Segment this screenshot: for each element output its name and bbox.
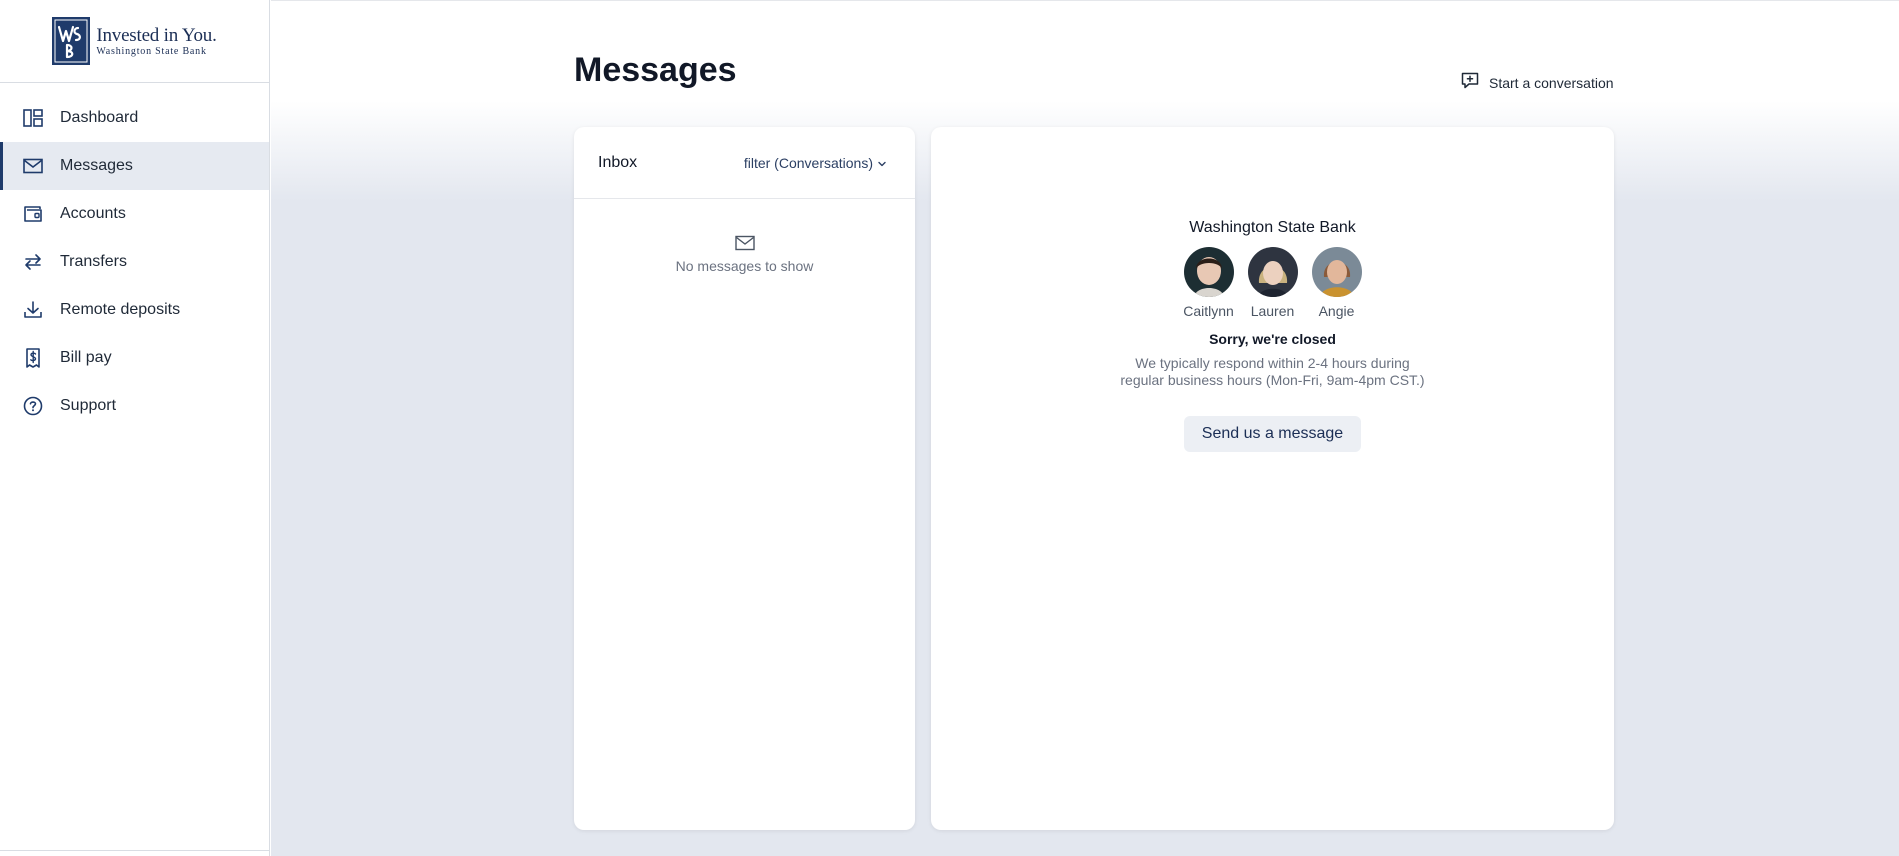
sidebar-item-label: Remote deposits <box>60 301 181 318</box>
bank-logo[interactable]: Invested in You. Washington State Bank <box>52 17 217 65</box>
sidebar-item-messages[interactable]: Messages <box>0 142 269 190</box>
sidebar-item-label: Accounts <box>60 205 126 222</box>
sidebar-item-support[interactable]: Support <box>0 382 269 430</box>
sidebar-item-label: Bill pay <box>60 349 112 366</box>
chat-plus-icon <box>1461 72 1479 93</box>
sidebar-item-transfers[interactable]: Transfers <box>0 238 269 286</box>
conversation-panel: Washington State Bank Caitlynn Lauren An… <box>931 127 1614 830</box>
receipt-dollar-icon <box>22 347 44 369</box>
sidebar-item-dashboard[interactable]: Dashboard <box>0 94 269 142</box>
closed-status-title: Sorry, we're closed <box>1209 331 1336 347</box>
inbox-header: Inbox filter (Conversations) <box>574 127 915 199</box>
sidebar-item-bill-pay[interactable]: Bill pay <box>0 334 269 382</box>
sidebar-item-label: Messages <box>60 157 133 174</box>
transfer-arrows-icon <box>22 251 44 273</box>
agent-name: Angie <box>1318 303 1355 319</box>
mail-icon <box>734 235 755 256</box>
logo-area: Invested in You. Washington State Bank <box>0 0 269 83</box>
avatar <box>1311 247 1362 297</box>
filter-dropdown[interactable]: filter (Conversations) <box>744 155 887 171</box>
inbox-title: Inbox <box>598 153 638 171</box>
mail-icon <box>22 155 44 177</box>
brand-bank-name: Washington State Bank <box>96 45 207 57</box>
sidebar-nav: Dashboard Messages Accounts Transfers Re… <box>0 94 269 430</box>
agent-list: Caitlynn Lauren Angie <box>1183 247 1362 319</box>
agent-item: Angie <box>1311 247 1362 319</box>
sidebar-divider <box>0 850 269 851</box>
empty-message-text: No messages to show <box>675 258 814 274</box>
wsb-logo-mark-icon <box>52 17 91 65</box>
agent-name: Caitlynn <box>1183 303 1234 319</box>
agent-name: Lauren <box>1250 303 1295 319</box>
agent-item: Caitlynn <box>1183 247 1234 319</box>
sidebar-item-label: Dashboard <box>60 109 139 126</box>
wallet-icon <box>22 203 44 225</box>
sidebar-item-remote-deposits[interactable]: Remote deposits <box>0 286 269 334</box>
sidebar: Invested in You. Washington State Bank D… <box>0 0 270 856</box>
sidebar-item-label: Support <box>60 397 117 414</box>
start-conversation-label: Start a conversation <box>1489 74 1614 91</box>
inbox-empty-state: No messages to show <box>574 235 915 274</box>
avatar <box>1183 247 1234 297</box>
send-message-button[interactable]: Send us a message <box>1183 416 1362 452</box>
sidebar-item-accounts[interactable]: Accounts <box>0 190 269 238</box>
page-title: Messages <box>574 51 737 89</box>
filter-label: filter (Conversations) <box>743 154 873 171</box>
agent-item: Lauren <box>1247 247 1298 319</box>
main-content: Messages Start a conversation Inbox filt… <box>271 0 1899 856</box>
help-circle-icon <box>22 395 44 417</box>
inbox-panel: Inbox filter (Conversations) No messages… <box>574 127 915 830</box>
chevron-down-icon <box>877 155 887 171</box>
support-bank-name: Washington State Bank <box>1189 219 1356 236</box>
brand-tagline: Invested in You. <box>96 24 217 46</box>
sidebar-item-label: Transfers <box>60 253 127 270</box>
avatar <box>1247 247 1298 297</box>
download-icon <box>22 299 44 321</box>
dashboard-icon <box>22 107 44 129</box>
start-conversation-button[interactable]: Start a conversation <box>1461 72 1614 93</box>
closed-status-description: We typically respond within 2-4 hours du… <box>1120 355 1425 388</box>
